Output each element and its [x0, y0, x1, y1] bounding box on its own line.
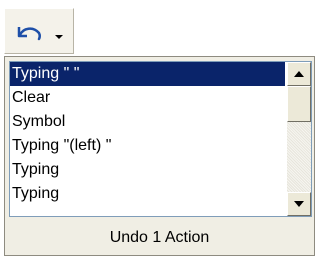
scroll-up-arrow-icon — [294, 71, 304, 77]
list-item[interactable]: Typing " " — [10, 62, 285, 86]
vertical-scrollbar[interactable] — [287, 62, 311, 216]
undo-count-status: Undo 1 Action — [109, 229, 210, 246]
undo-split-button[interactable] — [4, 8, 74, 54]
undo-dropdown-window: Typing " " Clear Symbol Typing "(left) "… — [0, 0, 319, 260]
list-item[interactable]: Clear — [10, 86, 285, 110]
chevron-down-icon[interactable] — [53, 33, 65, 41]
undo-list-items: Typing " " Clear Symbol Typing "(left) "… — [10, 62, 285, 206]
scroll-down-button[interactable] — [287, 192, 311, 216]
undo-arrow-icon[interactable] — [13, 21, 43, 43]
list-item[interactable]: Typing — [10, 182, 285, 206]
undo-action-list[interactable]: Typing " " Clear Symbol Typing "(left) "… — [9, 61, 312, 217]
list-item[interactable]: Typing — [10, 158, 285, 182]
scroll-thumb[interactable] — [287, 86, 311, 122]
list-item[interactable]: Typing "(left) " — [10, 134, 285, 158]
toolbar — [0, 0, 319, 56]
scroll-up-button[interactable] — [287, 62, 311, 86]
scroll-down-arrow-icon — [294, 201, 304, 207]
list-item[interactable]: Symbol — [10, 110, 285, 134]
undo-dropdown-panel: Typing " " Clear Symbol Typing "(left) "… — [4, 56, 315, 256]
